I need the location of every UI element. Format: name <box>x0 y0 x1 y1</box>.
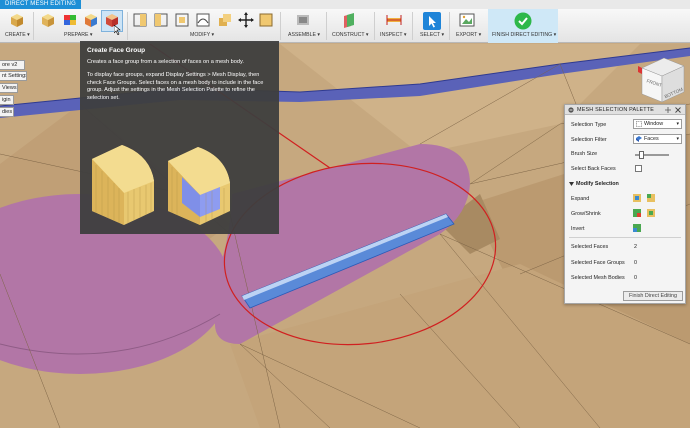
toolbar-separator <box>33 12 34 40</box>
expand-selection-icon[interactable] <box>633 194 641 202</box>
tooltip-title: Create Face Group <box>87 47 146 54</box>
expand-selection-alt-icon[interactable] <box>647 194 655 202</box>
smooth-icon[interactable] <box>195 12 211 28</box>
toolbar-separator <box>127 12 128 40</box>
section-collapse-icon[interactable] <box>569 182 574 187</box>
selection-type-value: Window <box>644 121 664 127</box>
tooltip-description: Creates a face group from a selection of… <box>87 59 244 65</box>
expand-label: Expand <box>571 196 590 202</box>
selection-type-dropdown[interactable]: Window ▾ <box>633 119 682 129</box>
browser-item-origin[interactable]: igin <box>0 95 14 105</box>
toolbar-separator <box>449 12 450 40</box>
create-box-icon[interactable] <box>9 12 25 28</box>
chevron-down-icon: ▾ <box>676 136 679 142</box>
select-back-faces-checkbox[interactable] <box>635 165 642 172</box>
modify-menu[interactable]: MODIFY ▾ <box>190 32 214 38</box>
checkmark-icon[interactable] <box>514 12 532 30</box>
grow-shrink-label: Grow/Shrink <box>571 211 601 217</box>
selected-faces-value: 2 <box>634 244 637 250</box>
chevron-down-icon: ▾ <box>676 121 679 127</box>
selected-mesh-bodies-label: Selected Mesh Bodies <box>571 275 625 281</box>
toolbar-separator <box>412 12 413 40</box>
toolbar-separator <box>280 12 281 40</box>
palette-divider <box>569 237 681 238</box>
toolbar: CREATE ▾ PREPARE ▾ MODIFY ▾ ASSEMBLE ▾ C… <box>0 9 690 43</box>
selection-filter-value: Faces <box>644 136 659 142</box>
create-menu[interactable]: CREATE ▾ <box>5 32 30 38</box>
selection-filter-label: Selection Filter <box>571 137 607 143</box>
modify-selection-heading: Modify Selection <box>576 181 619 187</box>
move-icon[interactable] <box>238 12 254 28</box>
invert-selection-icon[interactable] <box>633 224 641 232</box>
shrink-selection-icon[interactable] <box>647 209 655 217</box>
separate-icon[interactable] <box>153 12 169 28</box>
mesh-selection-palette: MESH SELECTION PALETTE Selection Type Wi… <box>564 104 686 304</box>
toolbar-separator <box>326 12 327 40</box>
viewcube[interactable]: FRONT BOTTOM <box>638 54 686 106</box>
finish-direct-editing-group[interactable]: FINISH DIRECT EDITING ▾ <box>488 9 558 43</box>
select-icon[interactable] <box>423 12 441 30</box>
selected-faces-label: Selected Faces <box>571 244 609 250</box>
browser-item-named-settings[interactable]: nt Settings <box>0 71 27 81</box>
offset-plane-icon[interactable] <box>341 12 357 28</box>
mouse-cursor-icon <box>114 25 121 35</box>
scale-icon[interactable] <box>258 12 274 28</box>
measure-icon[interactable] <box>386 12 402 28</box>
create-face-group-tooltip: Create Face Group Creates a face group f… <box>80 41 279 234</box>
prepare-menu[interactable]: PREPARE ▾ <box>64 32 92 38</box>
tab-direct-mesh-editing[interactable]: DIRECT MESH EDITING <box>0 0 82 9</box>
plane-cut-icon[interactable] <box>132 12 148 28</box>
selected-mesh-bodies-value: 0 <box>634 275 637 281</box>
finish-direct-editing-button[interactable]: Finish Direct Editing <box>623 291 683 301</box>
faces-filter-icon <box>636 136 642 142</box>
mesh-shape-icon[interactable] <box>40 12 56 28</box>
assemble-menu[interactable]: ASSEMBLE ▾ <box>288 32 320 38</box>
window-select-icon <box>636 121 642 127</box>
tooltip-illustration-after <box>168 147 230 225</box>
selection-filter-dropdown[interactable]: Faces ▾ <box>633 134 682 144</box>
workspace-tab-bar: DIRECT MESH EDITING <box>0 0 690 9</box>
finish-direct-editing-menu[interactable]: FINISH DIRECT EDITING ▾ <box>492 32 556 38</box>
selected-face-groups-value: 0 <box>634 260 637 266</box>
select-menu[interactable]: SELECT ▾ <box>420 32 444 38</box>
inspect-menu[interactable]: INSPECT ▾ <box>380 32 406 38</box>
brush-size-label: Brush Size <box>571 151 598 157</box>
tooltip-instructions: To display face groups, expand Display S… <box>87 72 264 101</box>
selection-type-label: Selection Type <box>571 122 607 128</box>
expand-arrows-icon[interactable] <box>665 107 671 113</box>
palette-header: MESH SELECTION PALETTE <box>565 105 685 115</box>
brush-size-slider-handle[interactable] <box>639 151 644 159</box>
combine-bodies-icon[interactable] <box>217 12 233 28</box>
select-back-faces-label: Select Back Faces <box>571 166 616 172</box>
browser-item-document[interactable]: ore v2 <box>0 60 25 70</box>
invert-label: Invert <box>571 226 585 232</box>
face-group-color-icon[interactable] <box>62 12 78 28</box>
close-icon[interactable] <box>675 107 681 113</box>
palette-title: MESH SELECTION PALETTE <box>577 107 655 113</box>
remesh-icon[interactable] <box>83 12 99 28</box>
construct-menu[interactable]: CONSTRUCT ▾ <box>332 32 369 38</box>
erase-and-fill-icon[interactable] <box>174 12 190 28</box>
selected-face-groups-label: Selected Face Groups <box>571 260 625 266</box>
grow-selection-icon[interactable] <box>633 209 641 217</box>
export-menu[interactable]: EXPORT ▾ <box>456 32 481 38</box>
export-icon[interactable] <box>459 12 475 28</box>
tooltip-illustration-before <box>92 145 154 225</box>
joint-icon[interactable] <box>295 12 311 28</box>
toolbar-separator <box>374 12 375 40</box>
browser-item-named-views[interactable]: Views <box>0 83 18 93</box>
browser-item-bodies[interactable]: dies <box>0 107 14 117</box>
collapse-icon[interactable] <box>568 107 574 113</box>
